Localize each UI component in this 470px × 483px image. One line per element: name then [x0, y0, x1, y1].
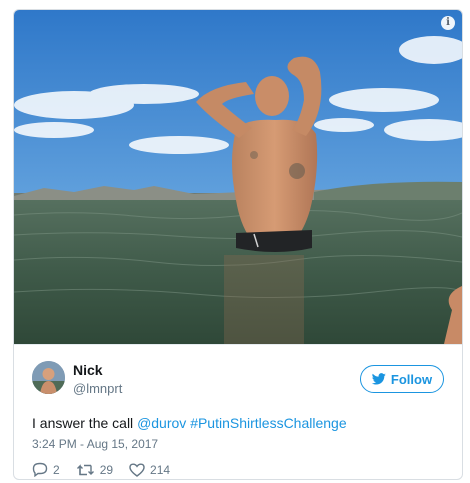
retweet-action[interactable]: 29 — [76, 463, 113, 477]
tweet-text-prefix: I answer the call — [32, 415, 138, 431]
retweet-count: 29 — [99, 462, 114, 477]
tweet-photo[interactable]: i — [14, 10, 462, 344]
tweet-body: Nick @lmnprt Follow I answer the call @d… — [14, 344, 462, 479]
tweet-actions: 2 29 214 — [32, 462, 186, 477]
author-handle[interactable]: @lmnprt — [73, 381, 122, 396]
tweet-card: i Nick @lmnprt Follow I answer the call … — [13, 9, 463, 480]
avatar[interactable] — [32, 361, 65, 394]
retweet-icon — [76, 463, 94, 475]
author-name[interactable]: Nick — [73, 362, 103, 378]
photo-scene — [14, 10, 462, 344]
heart-icon — [129, 462, 145, 477]
avatar-image — [32, 361, 65, 394]
reply-icon — [32, 462, 48, 477]
hashtag-link[interactable]: #PutinShirtlessChallenge — [190, 415, 346, 431]
reply-count: 2 — [53, 462, 60, 477]
like-action[interactable]: 214 — [129, 463, 170, 477]
follow-button[interactable]: Follow — [360, 365, 444, 393]
tweet-timestamp[interactable]: 3:24 PM - Aug 15, 2017 — [32, 437, 158, 451]
follow-label: Follow — [390, 371, 433, 387]
info-icon[interactable]: i — [441, 16, 455, 30]
like-count: 214 — [150, 462, 171, 477]
mention-link[interactable]: @durov — [137, 415, 186, 431]
reply-action[interactable]: 2 — [32, 462, 60, 477]
tweet-text: I answer the call @durov #PutinShirtless… — [32, 415, 347, 431]
twitter-bird-icon — [371, 373, 386, 385]
